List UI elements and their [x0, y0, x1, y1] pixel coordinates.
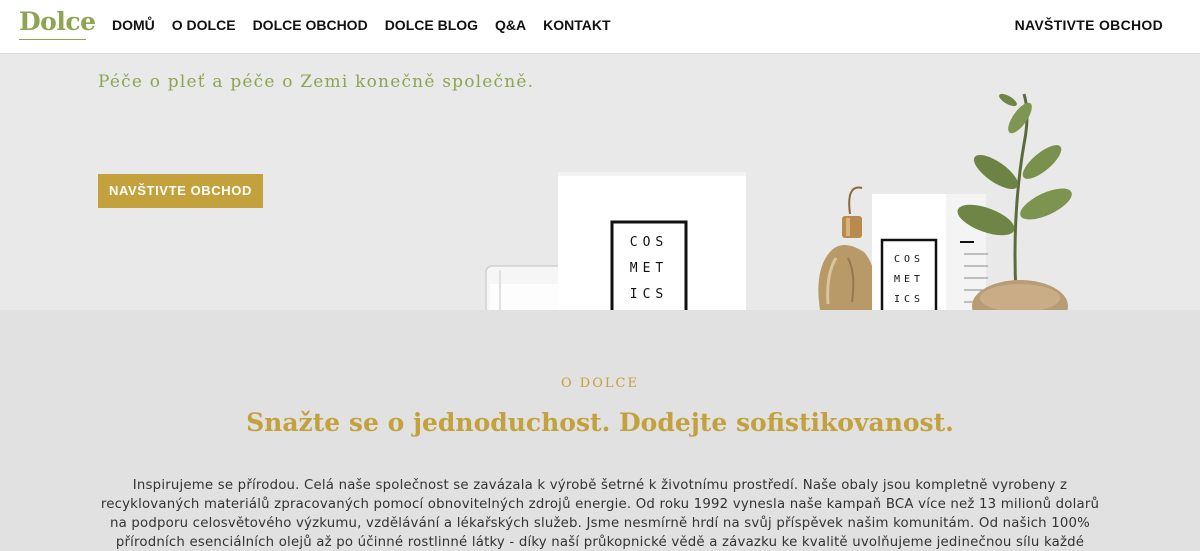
logo-underline — [19, 39, 86, 40]
box-small-label-2: MET — [894, 274, 924, 285]
nav-visit-shop-link[interactable]: NAVŠTIVTE OBCHOD — [1015, 17, 1163, 33]
about-kicker: O DOLCE — [561, 376, 639, 391]
box-small-label-1: COS — [894, 254, 924, 265]
menu-item-o-dolce[interactable]: O DOLCE — [172, 17, 236, 33]
menu-item-kontakt[interactable]: KONTAKT — [543, 17, 610, 33]
menu-item-qa[interactable]: Q&A — [495, 17, 526, 33]
menu-item-dolce-blog[interactable]: DOLCE BLOG — [385, 17, 478, 33]
menu-item-dolce-obchod[interactable]: DOLCE OBCHOD — [253, 17, 368, 33]
about-paragraph: Inspirujeme se přírodou. Celá naše spole… — [100, 478, 1100, 550]
box-large-label-3: ICS — [630, 287, 668, 302]
about-section: O DOLCE Snažte se o jednoduchost. Dodejt… — [0, 310, 1200, 551]
main-menu: DOMŮ O DOLCE DOLCE OBCHOD DOLCE BLOG Q&A… — [112, 17, 628, 33]
box-large-label-2: MET — [630, 261, 668, 276]
about-heading: Snažte se o jednoduchost. Dodejte sofist… — [246, 408, 954, 437]
cosmetics-box-large: COS MET ICS — [558, 172, 746, 310]
dolce-logo[interactable]: Dolce — [19, 7, 96, 36]
hero-title-cropped — [98, 54, 468, 62]
hero-visit-shop-button[interactable]: NAVŠTIVTE OBCHOD — [98, 174, 263, 208]
menu-item-domu[interactable]: DOMŮ — [112, 17, 155, 33]
cosmetics-product-image: COS MET ICS COS MET ICS — [485, 93, 1072, 310]
hero-subtitle: Péče o pleť a péče o Zemi konečně společ… — [98, 72, 535, 92]
gold-dropper-bottle — [818, 186, 876, 310]
box-large-label-1: COS — [630, 235, 668, 250]
hero-section: Péče o pleť a péče o Zemi konečně společ… — [0, 54, 1200, 310]
top-navigation: Dolce DOMŮ O DOLCE DOLCE OBCHOD DOLCE BL… — [0, 0, 1200, 54]
box-small-label-3: ICS — [894, 294, 924, 305]
